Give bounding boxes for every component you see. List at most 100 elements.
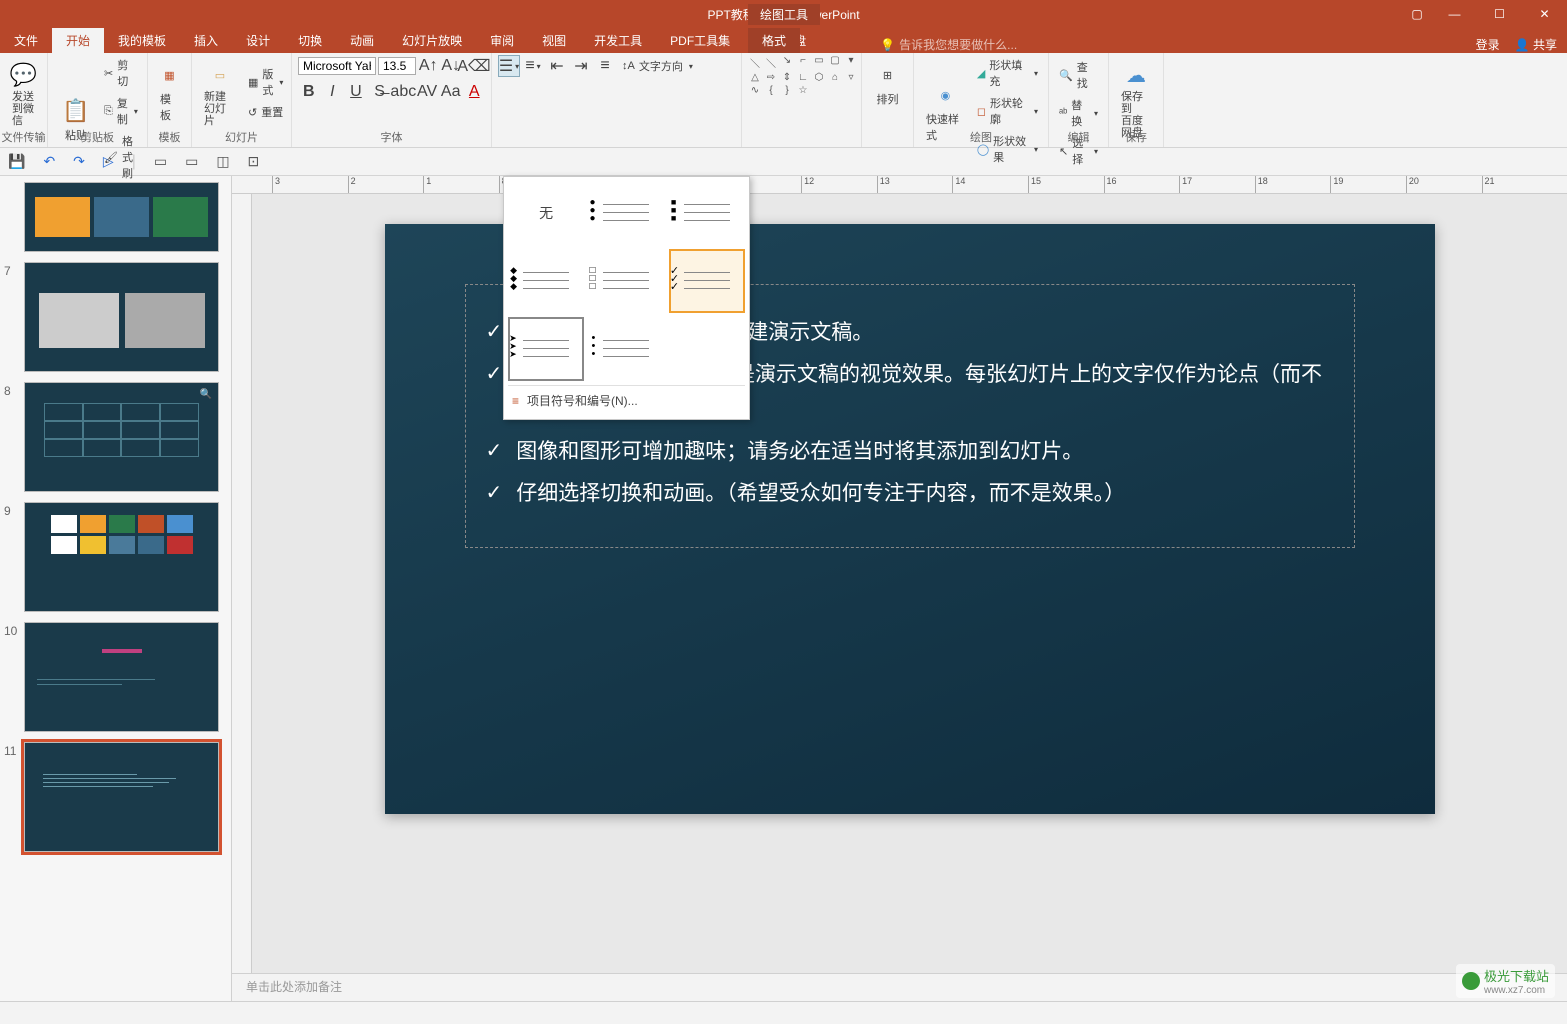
maximize-button[interactable]: ☐ — [1477, 0, 1522, 28]
slide-thumb-6[interactable] — [24, 182, 219, 252]
save-button[interactable]: 💾 — [8, 153, 25, 170]
shape-arrow-ud[interactable]: ⇕ — [780, 72, 794, 83]
font-color-button[interactable]: A — [463, 81, 485, 103]
arrange-button[interactable]: ⊞ 排列 — [868, 55, 907, 111]
tab-developer[interactable]: 开发工具 — [580, 28, 656, 53]
bullet-option-arrow[interactable] — [508, 317, 584, 381]
notes-pane[interactable]: 单击此处添加备注 — [232, 973, 1567, 1001]
shape-triangle[interactable]: △ — [748, 72, 762, 83]
shadow-button[interactable]: abc — [392, 81, 414, 103]
shape-line[interactable]: ＼ — [748, 55, 762, 70]
font-size-select[interactable] — [378, 57, 416, 75]
cut-button[interactable]: ✂剪切 — [100, 55, 142, 91]
shape-round-rect[interactable]: ▢ — [828, 55, 842, 70]
bullet-item: 仔细选择切换和动画。（希望受众如何专注于内容，而不是效果。） — [486, 476, 1334, 512]
tab-animations[interactable]: 动画 — [336, 28, 388, 53]
vertical-ruler[interactable] — [232, 194, 252, 973]
replace-button[interactable]: ᵃᵇ替换▾ — [1055, 95, 1102, 131]
login-link[interactable]: 登录 — [1476, 36, 1500, 53]
change-case-button[interactable]: Aa — [440, 81, 462, 103]
minimize-button[interactable]: — — [1432, 0, 1477, 28]
numbering-button[interactable]: ≡▾ — [522, 55, 544, 77]
qat-icon-1[interactable]: ▭ — [154, 153, 167, 170]
shape-scroll[interactable]: ▿ — [844, 72, 858, 83]
copy-button[interactable]: ⎘复制▾ — [100, 93, 142, 129]
tab-transitions[interactable]: 切换 — [284, 28, 336, 53]
italic-button[interactable]: I — [322, 81, 344, 103]
list-icon: ≡ — [512, 394, 519, 408]
qat-icon-4[interactable]: ⊡ — [248, 153, 260, 170]
shape-brace-r[interactable]: } — [780, 85, 794, 96]
quick-style-icon: ◉ — [929, 79, 961, 111]
bullet-option-checkmark[interactable] — [669, 249, 745, 313]
slide-thumbnails-panel[interactable]: 7 8 🔍 9 — [0, 176, 232, 1001]
bullet-option-empty[interactable] — [669, 317, 745, 381]
close-button[interactable]: ✕ — [1522, 0, 1567, 28]
slide-thumb-9[interactable] — [24, 502, 219, 612]
tab-review[interactable]: 审阅 — [476, 28, 528, 53]
tab-insert[interactable]: 插入 — [180, 28, 232, 53]
qat-icon-3[interactable]: ◫ — [216, 153, 229, 170]
shape-arrow-r[interactable]: ⇨ — [764, 72, 778, 83]
tab-format[interactable]: 格式 — [748, 28, 800, 53]
shape-gallery[interactable]: ＼＼↘⌐▭▢▾ △⇨⇕∟⬡⌂▿ ∿{}☆ — [748, 55, 855, 96]
thumb-number: 8 — [4, 384, 11, 398]
clear-format-icon[interactable]: A⌫ — [463, 55, 485, 77]
strikethrough-button[interactable]: S̶ — [369, 81, 391, 103]
slide-thumb-10[interactable] — [24, 622, 219, 732]
shape-hex[interactable]: ⬡ — [812, 72, 826, 83]
increase-indent-button[interactable]: ⇥ — [570, 55, 592, 77]
tab-pdf[interactable]: PDF工具集 — [656, 28, 744, 53]
bullets-and-numbering-link[interactable]: ≡ 项目符号和编号(N)... — [508, 385, 745, 415]
char-spacing-button[interactable]: AV — [416, 81, 438, 103]
tab-templates[interactable]: 我的模板 — [104, 28, 180, 53]
text-direction-button[interactable]: ↕A文字方向▾ — [618, 56, 697, 76]
bullet-option-none[interactable]: 无 — [508, 181, 584, 245]
send-to-wechat-button[interactable]: 💬 发送 到微信 — [6, 55, 41, 131]
horizontal-ruler[interactable]: 321 89101112131415161718192021 — [232, 176, 1567, 194]
bullet-option-small-dot[interactable] — [588, 317, 664, 381]
tell-me-search[interactable]: 💡 告诉我您想要做什么... — [880, 36, 1017, 53]
tab-design[interactable]: 设计 — [232, 28, 284, 53]
shape-callout[interactable]: ⌂ — [828, 72, 842, 83]
tab-view[interactable]: 视图 — [528, 28, 580, 53]
decrease-indent-button[interactable]: ⇤ — [546, 55, 568, 77]
slide-canvas[interactable]: 照每张幻灯片上的说明创建演示文稿。 请记住 POWERPOINT 是演示文稿的视… — [252, 194, 1567, 973]
shape-line2[interactable]: ＼ — [764, 55, 778, 70]
shape-star[interactable]: ☆ — [796, 85, 810, 96]
increase-font-icon[interactable]: A↑ — [418, 55, 439, 77]
line-spacing-button[interactable]: ≡ — [594, 55, 616, 77]
bullet-option-filled-circle[interactable] — [588, 181, 664, 245]
shape-rect[interactable]: ▭ — [812, 55, 826, 70]
tab-file[interactable]: 文件 — [0, 28, 52, 53]
new-slide-button[interactable]: ▭ 新建 幻灯片 — [198, 55, 242, 131]
share-button[interactable]: 👤 共享 — [1515, 36, 1557, 53]
bold-button[interactable]: B — [298, 81, 320, 103]
shape-outline-button[interactable]: ◻形状轮廓▾ — [973, 93, 1042, 129]
shape-connector[interactable]: ⌐ — [796, 55, 810, 70]
new-slide-icon: ▭ — [204, 59, 236, 91]
bullets-button[interactable]: ☰▾ — [498, 55, 520, 77]
find-button[interactable]: 🔍查找 — [1055, 57, 1102, 93]
qat-icon-2[interactable]: ▭ — [185, 153, 198, 170]
bullet-option-filled-square[interactable] — [669, 181, 745, 245]
shape-brace-l[interactable]: { — [764, 85, 778, 96]
shape-l[interactable]: ∟ — [796, 72, 810, 83]
slide-thumb-11[interactable] — [24, 742, 219, 852]
bullet-option-diamond[interactable] — [508, 249, 584, 313]
shape-curve[interactable]: ∿ — [748, 85, 762, 96]
tab-home[interactable]: 开始 — [52, 28, 104, 53]
font-name-select[interactable] — [298, 57, 376, 75]
slide-thumb-7[interactable] — [24, 262, 219, 372]
underline-button[interactable]: U — [345, 81, 367, 103]
shape-more[interactable]: ▾ — [844, 55, 858, 70]
tab-slideshow[interactable]: 幻灯片放映 — [388, 28, 476, 53]
slide-thumb-8[interactable]: 🔍 — [24, 382, 219, 492]
ribbon-display-options-icon[interactable]: ▢ — [1402, 0, 1432, 28]
shape-fill-button[interactable]: ◢形状填充▾ — [973, 55, 1042, 91]
reset-button[interactable]: ↺重置 — [244, 102, 287, 122]
layout-button[interactable]: ▦版式▾ — [244, 64, 287, 100]
bullet-option-hollow-square[interactable] — [588, 249, 664, 313]
shape-arrow-line[interactable]: ↘ — [780, 55, 794, 70]
template-button[interactable]: ▦ 模板 — [154, 55, 185, 127]
